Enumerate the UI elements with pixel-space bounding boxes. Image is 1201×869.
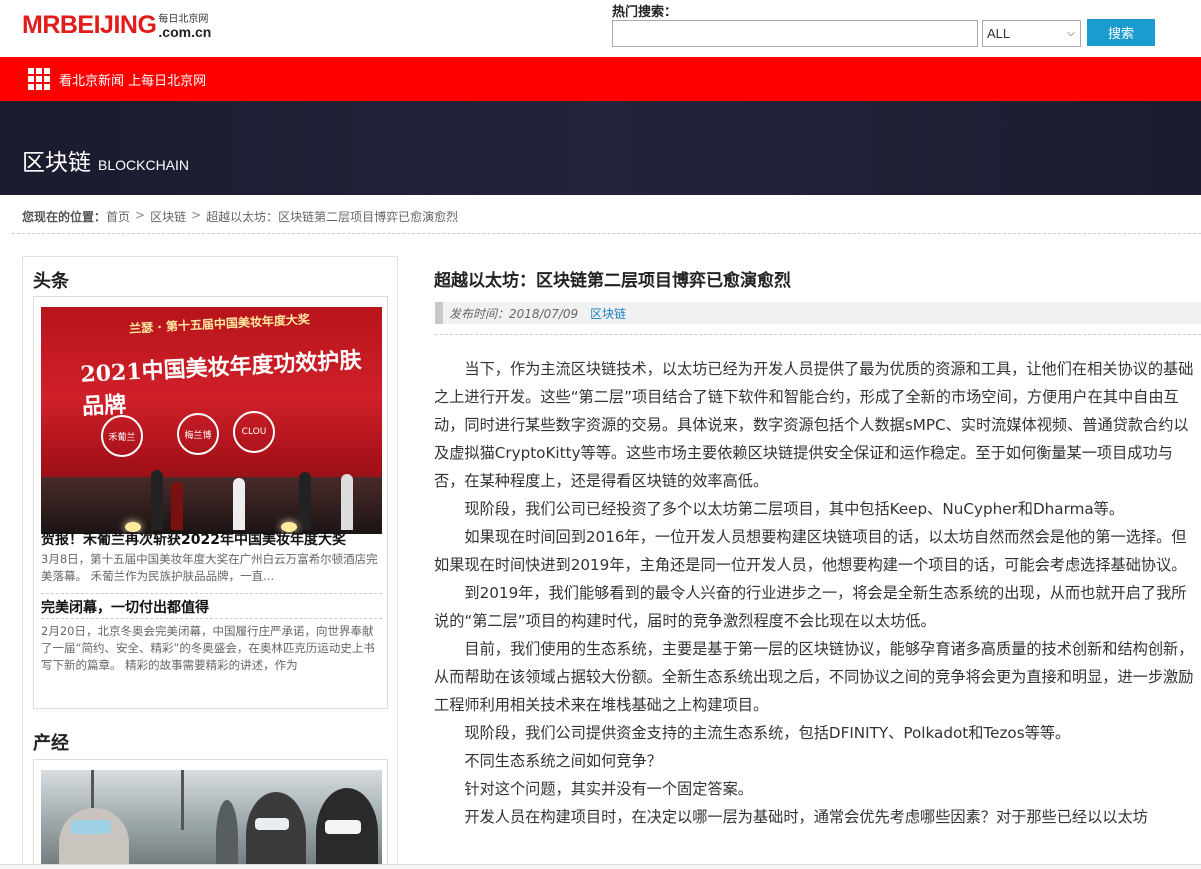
divider — [41, 618, 382, 619]
photo-badge: 梅兰博 — [177, 413, 219, 455]
article-category-link[interactable]: 区块链 — [590, 305, 626, 322]
grid-menu-icon[interactable] — [28, 68, 50, 90]
site-logo[interactable]: MRBEIJING 每日北京网 .com.cn — [22, 10, 212, 40]
divider — [435, 334, 1201, 335]
divider — [12, 233, 1201, 234]
channel-title-cn: 区块链 — [22, 150, 91, 176]
article-meta: 发布时间：2018/07/09 区块链 — [435, 302, 1201, 324]
logo-wordmark: MRBEIJING — [22, 11, 157, 39]
publish-time: 发布时间：2018/07/09 — [449, 306, 579, 321]
article-paragraph: 现阶段，我们公司提供资金支持的主流生态系统，包括DFINITY、Polkadot… — [464, 724, 1071, 742]
industry-card — [33, 759, 388, 869]
article-paragraph: 目前，我们使用的生态系统，主要是基于第一层的区块链协议，能够孕育诸多高质量的技术… — [434, 640, 1194, 714]
headline-item-title[interactable]: 完美闭幕，一切付出都值得 — [41, 597, 209, 617]
search-input[interactable] — [612, 20, 978, 47]
breadcrumb-current[interactable]: 超越以太坊：区块链第二层项目博弈已愈演愈烈 — [206, 208, 458, 225]
headline-item-desc: 2月20日，北京冬奥会完美闭幕，中国履行庄严承诺，向世界奉献了一届“简约、安全、… — [41, 624, 375, 672]
search-button[interactable]: 搜索 — [1087, 19, 1155, 46]
logo-domain: .com.cn — [158, 24, 212, 40]
article-paragraph: 现阶段，我们公司已经投资了多个以太坊第二层项目，其中包括Keep、NuCyphe… — [464, 500, 1125, 518]
photo-badge: CLOU — [233, 411, 275, 453]
article-paragraph: 针对这个问题，其实并没有一个固定答案。 — [464, 780, 753, 798]
search-label: 热门搜索： — [612, 5, 678, 20]
industry-section-title: 产经 — [33, 733, 69, 754]
breadcrumb-lead: 您现在的位置： — [22, 210, 107, 224]
search-scope-value: ALL — [987, 26, 1011, 41]
breadcrumb-home[interactable]: 首页 — [106, 208, 130, 225]
article-paragraph: 当下，作为主流区块链技术，以太坊已经为开发人员提供了最为优质的资源和工具，让他们… — [434, 360, 1194, 490]
photo-badge: 禾葡兰 — [101, 415, 143, 457]
breadcrumb-channel[interactable]: 区块链 — [150, 208, 186, 225]
breadcrumb: 您现在的位置： 首页 > 区块链 > 超越以太坊：区块链第二层项目博弈已愈演愈烈 — [22, 208, 458, 225]
channel-banner: 区块链 BLOCKCHAIN — [0, 101, 1201, 195]
article-paragraph: 不同生态系统之间如何竞争？ — [464, 752, 662, 770]
article-paragraph: 开发人员在构建项目时，在决定以哪一层为基础时，通常会优先考虑哪些因素？对于那些已… — [464, 808, 1148, 826]
photo-caption-top: 兰瑟 · 第十五届中国美妆年度大奖 — [128, 312, 311, 336]
article-title: 超越以太坊：区块链第二层项目博弈已愈演愈烈 — [434, 271, 791, 291]
article-paragraph: 到2019年，我们能够看到的最令人兴奋的行业进步之一，将会是全新生态系统的出现，… — [434, 584, 1187, 630]
breadcrumb-separator: > — [191, 208, 202, 222]
industry-photo[interactable] — [41, 770, 382, 869]
headline-photo[interactable]: 兰瑟 · 第十五届中国美妆年度大奖 2021中国美妆年度功效护肤品牌 禾葡兰 梅… — [41, 307, 382, 534]
headline-card: 兰瑟 · 第十五届中国美妆年度大奖 2021中国美妆年度功效护肤品牌 禾葡兰 梅… — [33, 296, 388, 709]
breadcrumb-separator: > — [135, 208, 146, 222]
search-scope-select[interactable]: ALL ⌵ — [982, 20, 1081, 47]
channel-title: 区块链 BLOCKCHAIN — [22, 143, 189, 177]
headline-section-title: 头条 — [33, 271, 69, 292]
divider — [41, 593, 382, 594]
meta-marker — [435, 302, 443, 324]
chevron-down-icon: ⌵ — [1067, 28, 1075, 39]
photo-caption-main: 2021中国美妆年度功效护肤品牌 — [79, 347, 363, 420]
main-nav-bar: 看北京新闻 上每日北京网 — [0, 57, 1201, 101]
article-paragraph: 如果现在时间回到2016年，一位开发人员想要构建区块链项目的话，以太坊自然而然会… — [434, 528, 1187, 574]
horizontal-scrollbar[interactable] — [0, 864, 1201, 869]
left-sidebar: 头条 兰瑟 · 第十五届中国美妆年度大奖 2021中国美妆年度功效护肤品牌 禾葡… — [22, 256, 398, 869]
top-header: MRBEIJING 每日北京网 .com.cn 热门搜索： ALL ⌵ 搜索 — [0, 0, 1201, 57]
headline-item-title[interactable]: 贺报！禾葡兰再次斩获2022年中国美妆年度大奖 — [41, 529, 346, 549]
headline-item-desc: 3月8日，第十五届中国美妆年度大奖在广州白云万富希尔顿酒店完美落幕。 禾葡兰作为… — [41, 552, 378, 583]
article-body: 当下，作为主流区块链技术，以太坊已经为开发人员提供了最为优质的资源和工具，让他们… — [434, 355, 1194, 831]
nav-slogan-link[interactable]: 看北京新闻 上每日北京网 — [59, 70, 206, 89]
channel-title-en: BLOCKCHAIN — [98, 157, 190, 173]
